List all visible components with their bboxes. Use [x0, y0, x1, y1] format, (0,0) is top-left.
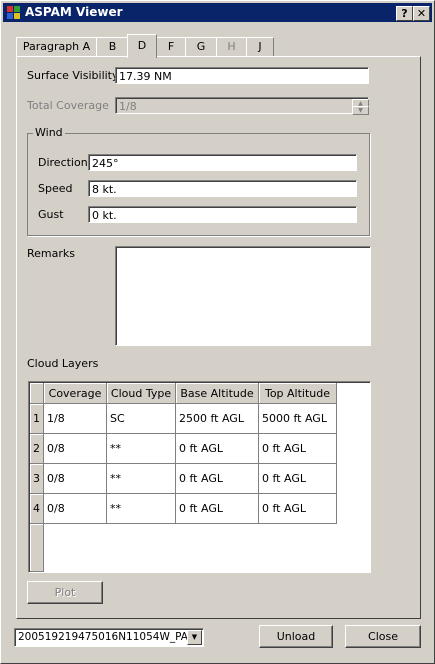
row-header[interactable]: 3 — [30, 464, 44, 494]
table-cell-top-altitude[interactable]: 0 ft AGL — [259, 434, 337, 464]
table-cell-cloud-type[interactable]: SC — [107, 404, 176, 434]
row-header-empty — [30, 524, 44, 572]
close-window-button[interactable]: ✕ — [413, 6, 430, 21]
row-header[interactable]: 2 — [30, 434, 44, 464]
row-header[interactable]: 4 — [30, 494, 44, 524]
wind-speed-label: Speed — [38, 182, 73, 195]
table-corner — [30, 383, 44, 404]
table-cell-coverage[interactable]: 0/8 — [44, 494, 107, 524]
tab-f[interactable]: F — [156, 37, 186, 57]
wind-direction-label: Direction — [38, 156, 88, 169]
column-header-base-altitude[interactable]: Base Altitude — [176, 383, 259, 404]
column-header-cloud-type[interactable]: Cloud Type — [107, 383, 176, 404]
table-cell-cloud-type[interactable]: ** — [107, 464, 176, 494]
table-cell-coverage[interactable]: 0/8 — [44, 434, 107, 464]
table-cell-top-altitude[interactable]: 5000 ft AGL — [259, 404, 337, 434]
chevron-down-icon[interactable]: ▼ — [187, 630, 202, 645]
column-header-coverage[interactable]: Coverage — [44, 383, 107, 404]
file-select[interactable]: 200519219475016N11054W_PAR ▼ — [14, 628, 204, 647]
window-title: ASPAM Viewer — [25, 5, 123, 19]
table-cell-coverage[interactable]: 1/8 — [44, 404, 107, 434]
remarks-textarea[interactable] — [115, 246, 371, 346]
table-cell-base-altitude[interactable]: 0 ft AGL — [176, 434, 259, 464]
surface-visibility-label: Surface Visibility — [27, 69, 119, 82]
cloud-layers-label: Cloud Layers — [27, 357, 99, 370]
spin-down-icon: ▼ — [352, 106, 369, 115]
table-cell-cloud-type[interactable]: ** — [107, 434, 176, 464]
file-select-value: 200519219475016N11054W_PAR — [18, 631, 196, 643]
wind-groupbox: Wind Direction 245° Speed 8 kt. Gust 0 k… — [27, 126, 370, 236]
tab-j[interactable]: J — [246, 37, 274, 57]
tab-h: H — [216, 37, 247, 57]
table-cell-base-altitude[interactable]: 0 ft AGL — [176, 494, 259, 524]
wind-speed-field[interactable]: 8 kt. — [88, 180, 357, 197]
table-cell-base-altitude[interactable]: 0 ft AGL — [176, 464, 259, 494]
table-cell-top-altitude[interactable]: 0 ft AGL — [259, 494, 337, 524]
table-cell-cloud-type[interactable]: ** — [107, 494, 176, 524]
row-header[interactable]: 1 — [30, 404, 44, 434]
title-bar[interactable]: ASPAM Viewer ? ✕ — [3, 3, 432, 22]
wind-direction-field[interactable]: 245° — [88, 154, 357, 171]
remarks-label: Remarks — [27, 247, 75, 260]
total-coverage-label: Total Coverage — [27, 99, 109, 112]
tab-paragraph-a[interactable]: Paragraph A — [16, 37, 97, 57]
tab-d[interactable]: D — [127, 34, 157, 58]
table-cell-coverage[interactable]: 0/8 — [44, 464, 107, 494]
unload-button[interactable]: Unload — [259, 625, 333, 648]
tab-b[interactable]: B — [96, 37, 129, 57]
close-button[interactable]: Close — [345, 625, 421, 648]
total-coverage-field: 1/8 — [115, 97, 369, 114]
table-cell-top-altitude[interactable]: 0 ft AGL — [259, 464, 337, 494]
cloud-layers-table[interactable]: Coverage Cloud Type Base Altitude Top Al… — [28, 381, 371, 573]
surface-visibility-field[interactable]: 17.39 NM — [115, 67, 369, 84]
app-icon — [7, 6, 20, 19]
help-button[interactable]: ? — [396, 6, 413, 21]
tab-g[interactable]: G — [185, 37, 217, 57]
plot-button: Plot — [27, 581, 103, 604]
wind-group-title: Wind — [33, 126, 65, 140]
column-header-top-altitude[interactable]: Top Altitude — [259, 383, 337, 404]
wind-gust-field[interactable]: 0 kt. — [88, 206, 357, 223]
wind-gust-label: Gust — [38, 208, 64, 221]
aspam-viewer-window: ASPAM Viewer ? ✕ Paragraph A B D F G H J… — [0, 0, 435, 664]
table-cell-base-altitude[interactable]: 2500 ft AGL — [176, 404, 259, 434]
